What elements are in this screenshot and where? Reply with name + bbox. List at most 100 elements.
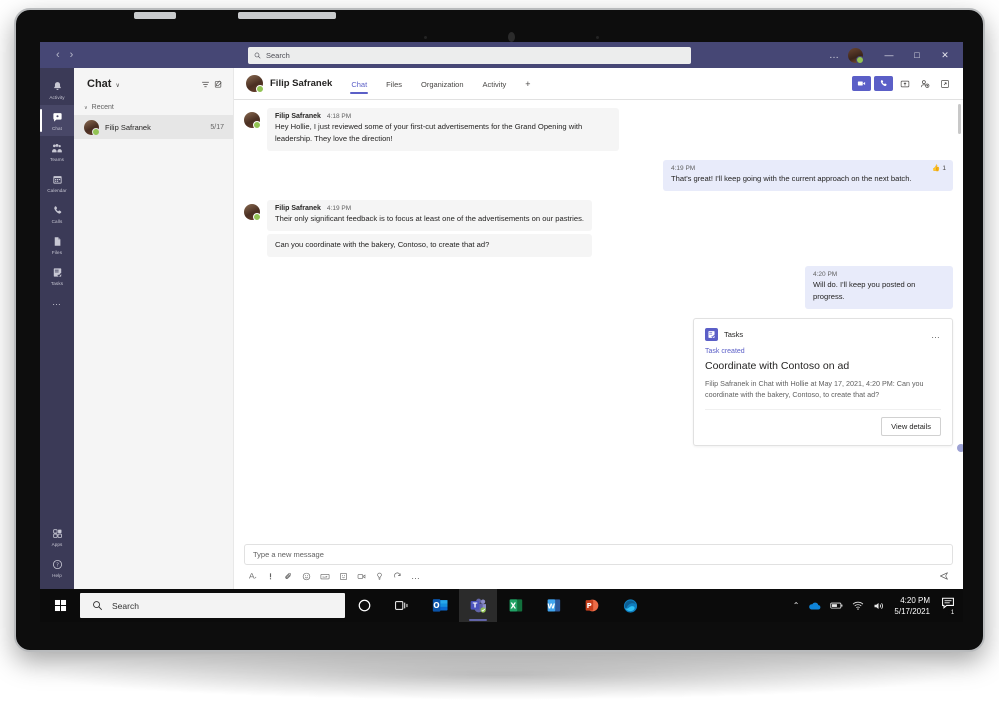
sidebar-item-teams[interactable]: Teams xyxy=(40,136,74,167)
conversation-header: Filip Safranek Chat Files Organization A… xyxy=(234,68,963,100)
forward-button[interactable]: › xyxy=(70,49,74,61)
emoji-icon[interactable] xyxy=(302,572,311,581)
message-bubble[interactable]: Filip Safranek 4:18 PM Hey Hollie, I jus… xyxy=(267,108,619,151)
task-card[interactable]: Tasks … Task created Coordinate with Con… xyxy=(693,318,953,446)
bubble-group: Filip Safranek 4:18 PM Hey Hollie, I jus… xyxy=(267,108,619,151)
navigation-arrows: ‹ › xyxy=(40,49,118,61)
volume-button[interactable] xyxy=(134,12,176,19)
app-rail: Activity Chat Teams Calendar Calls Files… xyxy=(40,68,74,589)
new-chat-icon[interactable] xyxy=(214,80,223,89)
tab-activity[interactable]: Activity xyxy=(477,72,513,96)
powerpoint-icon[interactable]: P xyxy=(573,589,611,622)
notifications-button[interactable]: 1 xyxy=(941,596,957,617)
more-apps-button[interactable]: … xyxy=(52,291,62,313)
list-item[interactable]: Filip Safranek 5/17 xyxy=(74,115,233,139)
view-details-button[interactable]: View details xyxy=(881,417,941,436)
contact-name: Filip Safranek xyxy=(270,78,333,89)
praise-icon[interactable] xyxy=(375,572,384,581)
windows-taskbar: Search O T X W P ⌃ 4:20 PM 5/17/2021 1 xyxy=(40,589,963,622)
tab-organization[interactable]: Organization xyxy=(415,72,470,96)
giphy-icon[interactable]: GIF xyxy=(320,572,330,581)
popout-chat-button[interactable] xyxy=(936,76,953,91)
loop-icon[interactable] xyxy=(393,572,402,581)
edge-icon[interactable] xyxy=(611,589,649,622)
sidebar-item-chat[interactable]: Chat xyxy=(40,105,74,136)
add-tab-button[interactable]: + xyxy=(519,79,536,89)
filter-icon[interactable] xyxy=(201,80,210,89)
task-view-icon[interactable] xyxy=(383,589,421,622)
format-icon[interactable] xyxy=(248,572,257,581)
message-timestamp: 4:20 PM xyxy=(813,271,838,278)
sidebar-item-tasks[interactable]: Tasks xyxy=(40,260,74,291)
message-bubble[interactable]: 4:20 PM Will do. I'll keep you posted on… xyxy=(805,266,953,309)
taskbar-search-input[interactable]: Search xyxy=(80,593,345,618)
message-meta: 4:20 PM xyxy=(813,271,945,278)
cortana-icon[interactable] xyxy=(345,589,383,622)
sidebar-item-help[interactable]: ? Help xyxy=(40,552,74,583)
importance-icon[interactable] xyxy=(266,572,275,581)
file-icon xyxy=(52,235,63,249)
attach-icon[interactable] xyxy=(284,572,293,581)
svg-text:?: ? xyxy=(56,563,59,569)
message-row: Filip Safranek 4:18 PM Hey Hollie, I jus… xyxy=(244,108,953,151)
chat-icon xyxy=(52,111,63,125)
word-icon[interactable]: W xyxy=(535,589,573,622)
share-screen-button[interactable] xyxy=(896,76,913,91)
message-bubble[interactable]: Can you coordinate with the bakery, Cont… xyxy=(267,234,592,257)
message-bubble[interactable]: Filip Safranek 4:19 PM Their only signif… xyxy=(267,200,592,231)
close-button[interactable]: ✕ xyxy=(931,42,959,68)
seen-by-avatar xyxy=(957,444,963,452)
excel-icon[interactable]: X xyxy=(497,589,535,622)
onedrive-icon[interactable] xyxy=(808,601,821,611)
sidebar-item-activity[interactable]: Activity xyxy=(40,74,74,105)
reaction-badge[interactable]: 👍 1 xyxy=(932,164,946,173)
taskbar-clock[interactable]: 4:20 PM 5/17/2021 xyxy=(894,595,930,617)
message-bubble[interactable]: 4:19 PM That's great! I'll keep going wi… xyxy=(663,160,953,191)
add-people-button[interactable] xyxy=(916,76,933,91)
apps-icon xyxy=(52,527,63,541)
teams-icon[interactable]: T xyxy=(459,589,497,622)
tab-chat[interactable]: Chat xyxy=(345,72,373,96)
divider xyxy=(705,409,941,410)
volume-icon[interactable] xyxy=(873,601,885,611)
wifi-icon[interactable] xyxy=(852,601,864,610)
task-card-app-name: Tasks xyxy=(724,330,744,339)
svg-text:T: T xyxy=(472,602,477,610)
avatar xyxy=(244,112,261,129)
show-hidden-icons[interactable]: ⌃ xyxy=(793,601,800,610)
back-button[interactable]: ‹ xyxy=(56,49,60,61)
message-input[interactable]: Type a new message xyxy=(244,544,953,565)
message-timestamp: 4:18 PM xyxy=(326,113,352,120)
message-row: 4:20 PM Will do. I'll keep you posted on… xyxy=(244,266,953,309)
start-icon[interactable] xyxy=(40,589,80,622)
power-button[interactable] xyxy=(238,12,336,19)
task-card-more-button[interactable]: … xyxy=(931,330,941,340)
recent-section-header[interactable]: ∨ Recent xyxy=(74,100,233,115)
user-avatar[interactable] xyxy=(848,47,864,64)
sidebar-item-files[interactable]: Files xyxy=(40,229,74,260)
search-icon xyxy=(93,601,103,611)
help-icon: ? xyxy=(52,558,63,572)
meet-now-icon[interactable] xyxy=(357,572,366,581)
teams-settings-button[interactable]: … xyxy=(821,50,848,61)
message-row: Filip Safranek 4:19 PM Their only signif… xyxy=(244,200,953,257)
microsoft-teams-window: ‹ › Search … — □ ✕ Activity Chat Teams C… xyxy=(40,42,963,589)
outlook-icon[interactable]: O xyxy=(421,589,459,622)
minimize-button[interactable]: — xyxy=(875,42,903,68)
video-call-button[interactable] xyxy=(852,76,871,91)
more-options-icon[interactable]: … xyxy=(411,571,421,581)
sidebar-item-label: Teams xyxy=(49,156,65,162)
teams-search-input[interactable]: Search xyxy=(248,46,691,64)
sidebar-item-apps[interactable]: Apps xyxy=(40,521,74,552)
teams-icon xyxy=(51,142,63,156)
send-icon[interactable] xyxy=(939,571,949,581)
sticker-icon[interactable] xyxy=(339,572,348,581)
tab-files[interactable]: Files xyxy=(380,72,408,96)
screen: ‹ › Search … — □ ✕ Activity Chat Teams C… xyxy=(40,42,963,622)
chevron-down-icon[interactable]: ∨ xyxy=(115,82,119,89)
sidebar-item-calls[interactable]: Calls xyxy=(40,198,74,229)
battery-icon[interactable] xyxy=(830,601,843,610)
sidebar-item-calendar[interactable]: Calendar xyxy=(40,167,74,198)
audio-call-button[interactable] xyxy=(874,76,893,91)
maximize-button[interactable]: □ xyxy=(903,42,931,68)
